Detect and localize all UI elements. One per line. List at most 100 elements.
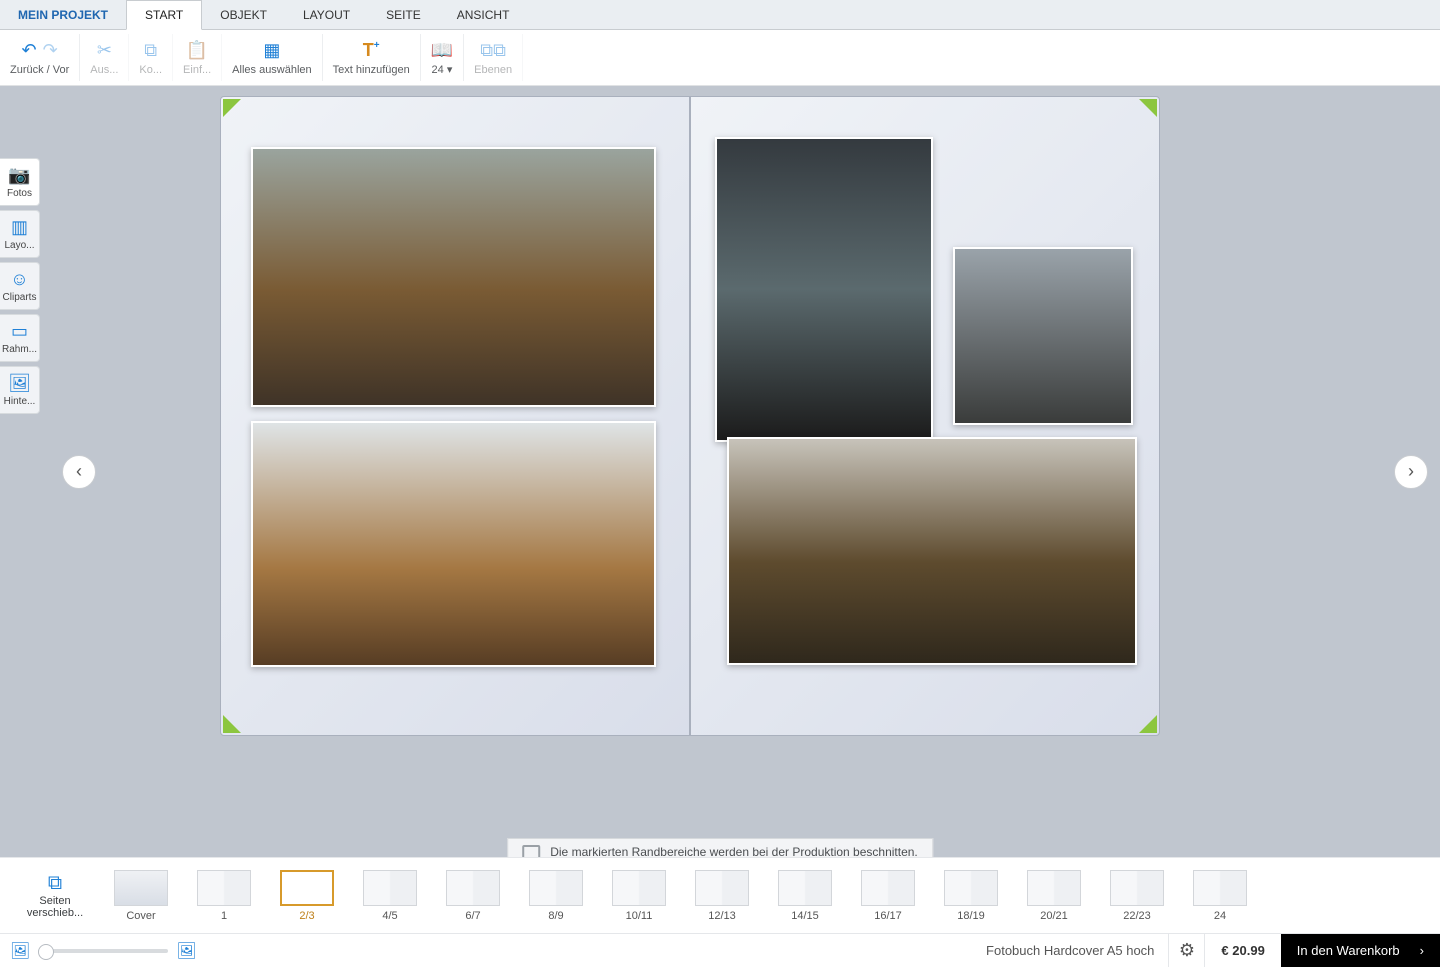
- page-thumb-label: 24: [1214, 910, 1226, 922]
- photo-slot-1[interactable]: [251, 147, 656, 407]
- page-thumb[interactable]: 8/9: [521, 870, 591, 922]
- page-thumb[interactable]: 2/3: [272, 870, 342, 922]
- ribbon-paste: 📋 Einf...: [173, 34, 222, 81]
- ribbon-add-text[interactable]: T+ Text hinzufügen: [323, 34, 421, 81]
- page-prev-button[interactable]: ‹: [62, 455, 96, 489]
- add-to-cart-button[interactable]: In den Warenkorb ›: [1281, 934, 1440, 967]
- crop-marker-icon: [1139, 99, 1157, 117]
- palette-cliparts[interactable]: ☺ Cliparts: [0, 262, 40, 310]
- menu-tab-ansicht[interactable]: ANSICHT: [439, 0, 528, 29]
- photo-slot-3[interactable]: [715, 137, 933, 442]
- zoom-controls[interactable]: 🖼 🖼: [0, 941, 207, 961]
- ribbon-select-all-label: Alles auswählen: [232, 64, 312, 76]
- crop-marker-icon: [223, 99, 241, 117]
- redo-icon: ↷: [43, 40, 58, 61]
- page-thumb-preview: [197, 870, 251, 906]
- page-thumb-preview: [612, 870, 666, 906]
- palette-fotos[interactable]: 📷 Fotos: [0, 158, 40, 206]
- zoom-out-icon[interactable]: 🖼: [10, 941, 30, 961]
- page-thumb[interactable]: 10/11: [604, 870, 674, 922]
- palette-label: Cliparts: [3, 292, 37, 303]
- zoom-slider[interactable]: [38, 949, 168, 953]
- palette-frames[interactable]: ▭ Rahm...: [0, 314, 40, 362]
- thumbs-container: Cover 1 2/3 4/5 6/7 8/9 10/11 12/13 14/15 16/17 18…: [106, 870, 1255, 922]
- page-thumb[interactable]: 4/5: [355, 870, 425, 922]
- page-thumb[interactable]: 18/19: [936, 870, 1006, 922]
- book-spread[interactable]: [220, 96, 1160, 736]
- page-thumb-preview: [114, 870, 168, 906]
- page-thumb-label: 4/5: [382, 910, 397, 922]
- cart-label: In den Warenkorb: [1297, 943, 1400, 958]
- palette-layouts[interactable]: ▥ Layo...: [0, 210, 40, 258]
- menu-tabs: MEIN PROJEKT START OBJEKT LAYOUT SEITE A…: [0, 0, 1440, 30]
- page-thumb-preview: [280, 870, 334, 906]
- page-thumb[interactable]: 6/7: [438, 870, 508, 922]
- page-right[interactable]: [690, 96, 1160, 736]
- page-left[interactable]: [220, 96, 690, 736]
- page-thumb-label: 16/17: [874, 910, 902, 922]
- page-thumb-preview: [1027, 870, 1081, 906]
- ribbon-copy: ⧉ Ko...: [129, 34, 173, 81]
- smiley-icon: ☺: [10, 269, 28, 290]
- page-thumb[interactable]: 20/21: [1019, 870, 1089, 922]
- layout-icon: ▥: [11, 217, 28, 238]
- page-thumbnail-bar: ⧉ Seiten verschieb... Cover 1 2/3 4/5 6/7 8/9…: [0, 857, 1440, 933]
- move-pages-button[interactable]: ⧉ Seiten verschieb...: [14, 872, 96, 919]
- menu-tab-seite[interactable]: SEITE: [368, 0, 439, 29]
- chevron-left-icon: ‹: [76, 461, 82, 482]
- move-pages-label2: verschieb...: [27, 907, 83, 919]
- photo-slot-2[interactable]: [251, 421, 656, 667]
- ribbon-undo-redo[interactable]: ↶ ↷ Zurück / Vor: [0, 34, 80, 81]
- page-thumb[interactable]: 22/23: [1102, 870, 1172, 922]
- gear-icon: ⚙: [1179, 940, 1195, 961]
- ribbon-add-text-label: Text hinzufügen: [333, 64, 410, 76]
- menu-tab-layout[interactable]: LAYOUT: [285, 0, 368, 29]
- copy-icon: ⧉: [144, 40, 157, 61]
- page-next-button[interactable]: ›: [1394, 455, 1428, 489]
- move-pages-icon: ⧉: [48, 872, 62, 895]
- menu-tab-mein-projekt[interactable]: MEIN PROJEKT: [0, 0, 126, 29]
- photo-slot-5[interactable]: [727, 437, 1137, 665]
- page-thumb-label: 12/13: [708, 910, 736, 922]
- undo-icon: ↶: [22, 40, 37, 61]
- ribbon-paste-label: Einf...: [183, 64, 211, 76]
- page-thumb[interactable]: 14/15: [770, 870, 840, 922]
- crop-info-text: Die markierten Randbereiche werden bei d…: [550, 845, 918, 857]
- page-thumb-preview: [446, 870, 500, 906]
- zoom-in-icon[interactable]: 🖼: [176, 941, 196, 961]
- product-name: Fotobuch Hardcover A5 hoch: [972, 943, 1168, 958]
- crop-marker-icon: [1139, 715, 1157, 733]
- page-thumb-label: 10/11: [626, 910, 653, 922]
- page-thumb[interactable]: 24: [1185, 870, 1255, 922]
- settings-button[interactable]: ⚙: [1168, 934, 1204, 967]
- page-thumb[interactable]: 12/13: [687, 870, 757, 922]
- page-thumb[interactable]: Cover: [106, 870, 176, 922]
- camera-icon: 📷: [8, 165, 30, 186]
- crop-marker-icon: [223, 715, 241, 733]
- ribbon-select-all[interactable]: ▦ Alles auswählen: [222, 34, 323, 81]
- ribbon-copy-label: Ko...: [139, 64, 162, 76]
- crop-box-icon: [522, 845, 540, 857]
- palette-label: Fotos: [7, 188, 32, 199]
- crop-info-bar[interactable]: Die markierten Randbereiche werden bei d…: [507, 838, 933, 857]
- page-thumb-label: 22/23: [1123, 910, 1151, 922]
- menu-tab-objekt[interactable]: OBJEKT: [202, 0, 285, 29]
- page-thumb-label: Cover: [126, 910, 155, 922]
- page-thumb[interactable]: 1: [189, 870, 259, 922]
- status-bar: 🖼 🖼 Fotobuch Hardcover A5 hoch ⚙ € 20.99…: [0, 933, 1440, 967]
- chevron-right-icon: ›: [1408, 461, 1414, 482]
- page-thumb[interactable]: 16/17: [853, 870, 923, 922]
- page-thumb-label: 2/3: [299, 910, 314, 922]
- palette-label: Layo...: [4, 240, 34, 251]
- layers-icon: ⧉⧉: [480, 40, 506, 61]
- page-thumb-label: 8/9: [548, 910, 563, 922]
- move-pages-label1: Seiten: [39, 895, 70, 907]
- ribbon-font-size[interactable]: 📖 24 ▾: [421, 34, 464, 81]
- photo-slot-4[interactable]: [953, 247, 1133, 425]
- chevron-right-icon: ›: [1420, 943, 1424, 958]
- page-thumb-preview: [778, 870, 832, 906]
- menu-tab-start[interactable]: START: [126, 0, 202, 30]
- ribbon-undo-redo-label: Zurück / Vor: [10, 64, 69, 76]
- page-thumb-preview: [1110, 870, 1164, 906]
- palette-backgrounds[interactable]: 🖼 Hinte...: [0, 366, 40, 414]
